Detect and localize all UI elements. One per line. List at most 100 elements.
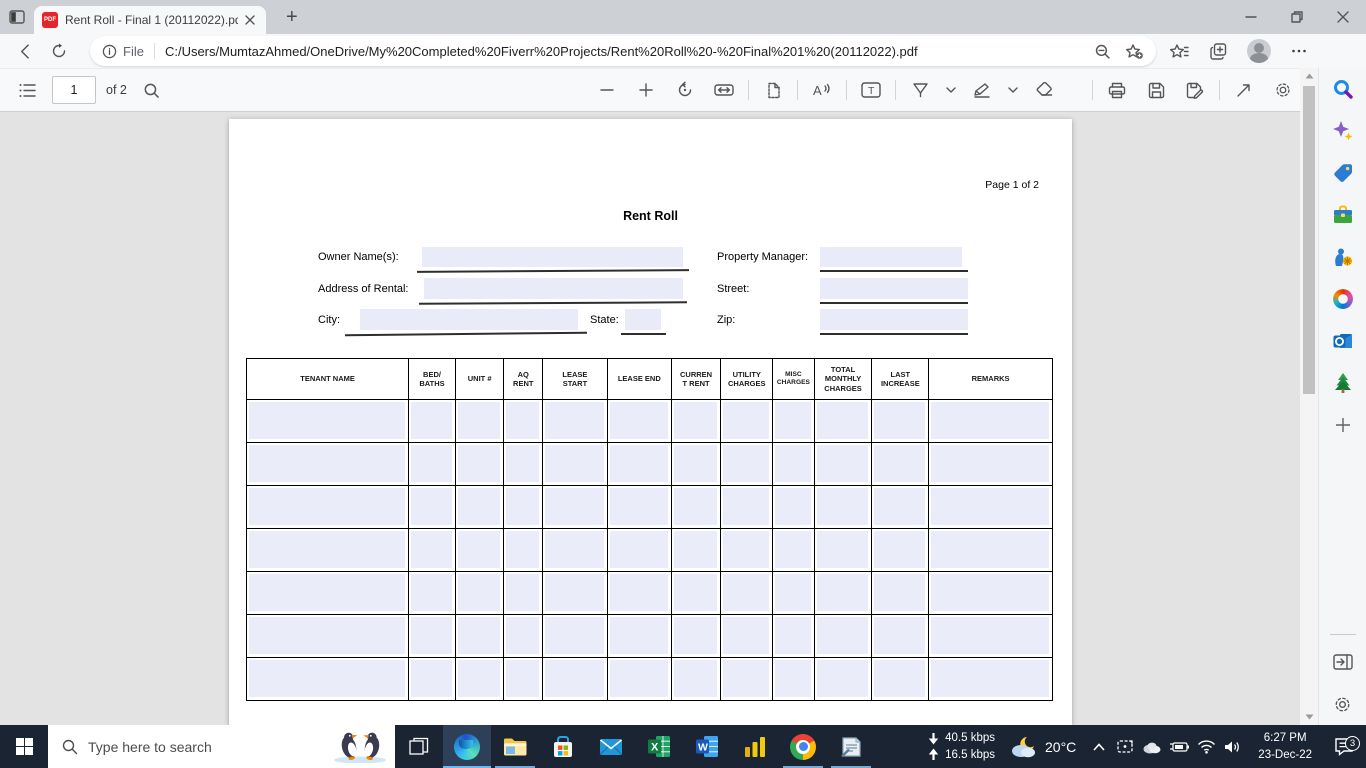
owner-name-field[interactable]	[422, 247, 683, 267]
table-cell-field[interactable]	[874, 402, 926, 439]
sidebar-outlook-icon[interactable]	[1319, 320, 1366, 362]
print-icon[interactable]	[1102, 75, 1132, 105]
sidebar-add-icon[interactable]	[1319, 404, 1366, 446]
table-cell-field[interactable]	[609, 574, 668, 611]
table-cell-field[interactable]	[249, 531, 406, 568]
taskbar-chrome-icon[interactable]	[779, 725, 827, 768]
table-cell-field[interactable]	[249, 574, 406, 611]
table-cell-field[interactable]	[673, 531, 718, 568]
vertical-scrollbar[interactable]	[1300, 68, 1318, 725]
scroll-down-icon[interactable]	[1300, 709, 1318, 725]
zip-field[interactable]	[820, 309, 968, 330]
network-speed-widget[interactable]: 40.5 kbps 16.5 kbps	[928, 730, 995, 763]
start-button[interactable]	[0, 725, 48, 768]
address-of-rental-field[interactable]	[424, 278, 683, 299]
highlight-options-chevron[interactable]	[1006, 75, 1020, 105]
table-cell-field[interactable]	[457, 660, 501, 697]
table-cell-field[interactable]	[249, 445, 406, 482]
sidebar-office-icon[interactable]	[1319, 278, 1366, 320]
favorites-icon[interactable]	[1162, 36, 1196, 66]
table-cell-field[interactable]	[775, 531, 811, 568]
street-field[interactable]	[820, 278, 968, 299]
highlight-icon[interactable]	[967, 75, 997, 105]
battery-charging-icon[interactable]	[1168, 732, 1190, 762]
taskbar-notepad-icon[interactable]	[827, 725, 875, 768]
sidebar-search-icon[interactable]	[1319, 68, 1366, 110]
zoom-out-icon[interactable]	[592, 75, 622, 105]
taskbar-edge-icon[interactable]	[443, 725, 491, 768]
table-cell-field[interactable]	[723, 402, 770, 439]
table-cell-field[interactable]	[931, 531, 1049, 568]
pdf-settings-icon[interactable]	[1268, 75, 1298, 105]
tab-close-icon[interactable]	[242, 13, 258, 28]
sidebar-games-icon[interactable]	[1319, 236, 1366, 278]
add-favorite-icon[interactable]	[1125, 43, 1144, 60]
table-cell-field[interactable]	[931, 617, 1049, 654]
page-number-input[interactable]	[52, 76, 96, 104]
table-cell-field[interactable]	[457, 617, 501, 654]
table-cell-field[interactable]	[816, 617, 869, 654]
table-cell-field[interactable]	[609, 617, 668, 654]
table-cell-field[interactable]	[411, 660, 452, 697]
table-cell-field[interactable]	[457, 445, 501, 482]
property-manager-field[interactable]	[820, 247, 962, 267]
draw-icon[interactable]	[905, 75, 935, 105]
weather-widget[interactable]: 20°C	[1009, 734, 1076, 760]
table-cell-field[interactable]	[506, 488, 539, 525]
taskbar-file-explorer-icon[interactable]	[491, 725, 539, 768]
table-cell-field[interactable]	[411, 531, 452, 568]
table-cell-field[interactable]	[506, 531, 539, 568]
table-cell-field[interactable]	[931, 445, 1049, 482]
sidebar-shopping-icon[interactable]	[1319, 152, 1366, 194]
table-cell-field[interactable]	[673, 574, 718, 611]
table-cell-field[interactable]	[457, 488, 501, 525]
penguins-illustration[interactable]	[329, 723, 391, 768]
clock-widget[interactable]: 6:27 PM 23-Dec-22	[1258, 730, 1312, 762]
info-icon[interactable]	[102, 44, 117, 59]
onedrive-cloud-icon[interactable]	[1141, 732, 1163, 762]
save-as-icon[interactable]	[1180, 75, 1210, 105]
table-cell-field[interactable]	[411, 574, 452, 611]
action-center-button[interactable]: 3	[1324, 736, 1364, 756]
minimize-button[interactable]	[1228, 0, 1274, 34]
table-cell-field[interactable]	[673, 660, 718, 697]
scroll-up-icon[interactable]	[1300, 68, 1318, 84]
table-cell-field[interactable]	[457, 402, 501, 439]
table-cell-field[interactable]	[874, 488, 926, 525]
table-cell-field[interactable]	[411, 617, 452, 654]
table-cell-field[interactable]	[545, 531, 604, 568]
settings-more-icon[interactable]	[1282, 36, 1316, 66]
sidebar-tools-icon[interactable]	[1319, 194, 1366, 236]
erase-icon[interactable]	[1029, 75, 1059, 105]
restore-button[interactable]	[1274, 0, 1320, 34]
table-cell-field[interactable]	[457, 574, 501, 611]
fullscreen-icon[interactable]	[1229, 75, 1259, 105]
pdf-tab[interactable]: PDF Rent Roll - Final 1 (20112022).pdf	[34, 6, 266, 34]
zoom-in-icon[interactable]	[631, 75, 661, 105]
table-cell-field[interactable]	[723, 488, 770, 525]
close-sidebar-icon[interactable]	[1319, 641, 1366, 683]
table-cell-field[interactable]	[457, 531, 501, 568]
table-cell-field[interactable]	[673, 402, 718, 439]
table-cell-field[interactable]	[545, 402, 604, 439]
wifi-icon[interactable]	[1195, 732, 1217, 762]
table-cell-field[interactable]	[545, 617, 604, 654]
table-cell-field[interactable]	[609, 488, 668, 525]
table-cell-field[interactable]	[723, 617, 770, 654]
table-cell-field[interactable]	[249, 488, 406, 525]
table-cell-field[interactable]	[723, 445, 770, 482]
table-cell-field[interactable]	[775, 402, 811, 439]
rotate-icon[interactable]	[670, 75, 700, 105]
table-cell-field[interactable]	[816, 531, 869, 568]
city-field[interactable]	[360, 309, 578, 330]
table-cell-field[interactable]	[545, 574, 604, 611]
task-view-button[interactable]	[395, 725, 443, 768]
table-cell-field[interactable]	[775, 445, 811, 482]
taskbar-word-icon[interactable]: W	[683, 725, 731, 768]
table-cell-field[interactable]	[249, 617, 406, 654]
table-cell-field[interactable]	[673, 445, 718, 482]
find-in-document-icon[interactable]	[137, 75, 167, 105]
table-cell-field[interactable]	[723, 574, 770, 611]
table-cell-field[interactable]	[673, 488, 718, 525]
table-cell-field[interactable]	[545, 488, 604, 525]
